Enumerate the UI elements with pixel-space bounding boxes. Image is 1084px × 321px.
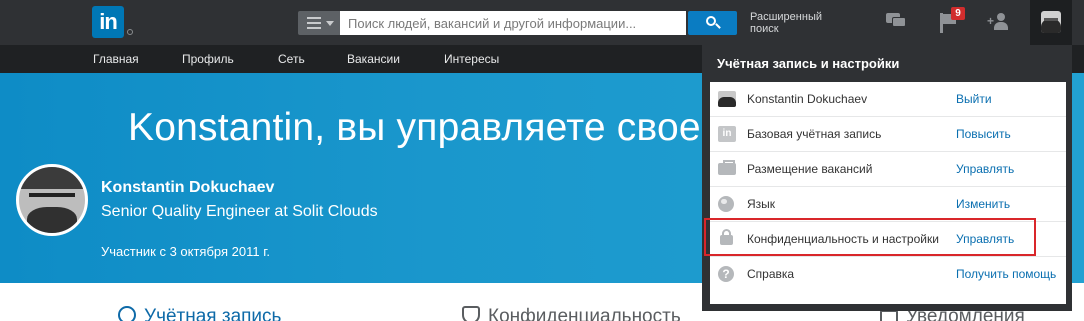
dropdown-row-label[interactable]: Базовая учётная запись [747,117,881,152]
dropdown-row-privacy: Конфиденциальность и настройки Управлять [710,222,1066,257]
shield-icon [462,306,480,321]
member-since: Участник с 3 октября 2011 г. [101,244,270,259]
envelope-icon [880,310,898,321]
profile-name: Konstantin Dokuchaev [101,179,275,196]
dropdown-row-job-posting: Размещение вакансий Управлять [710,152,1066,187]
search-input[interactable] [340,11,686,35]
lock-icon [720,229,733,245]
advanced-search-link[interactable]: Расширенный поиск [750,11,850,35]
dropdown-row-help: ? Справка Получить помощь [710,257,1066,292]
registered-mark-icon [127,29,133,35]
messages-icon[interactable] [886,13,906,27]
manage-privacy-link[interactable]: Управлять [956,222,1014,257]
add-connections-icon[interactable]: + [987,13,1010,31]
tab-privacy[interactable]: Конфиденциальность [462,306,681,321]
menu-icon [307,17,321,29]
dropdown-row-label[interactable]: Konstantin Dokuchaev [747,82,867,117]
sign-out-link[interactable]: Выйти [956,82,992,117]
profile-avatar-icon [1041,11,1061,33]
change-language-link[interactable]: Изменить [956,187,1010,222]
dropdown-row-language: Язык Изменить [710,187,1066,222]
dropdown-list: Konstantin Dokuchaev Выйти in Базовая уч… [710,82,1066,304]
search-button[interactable] [688,11,737,35]
notifications-badge: 9 [951,7,965,20]
help-icon: ? [718,266,734,282]
page-title: Konstantin, вы управляете своей [128,106,723,149]
chevron-down-icon [326,21,334,26]
upgrade-link[interactable]: Повысить [956,117,1011,152]
manage-jobs-link[interactable]: Управлять [956,152,1014,187]
linkedin-icon: in [718,126,736,142]
nav-item-network[interactable]: Сеть [278,45,305,73]
account-icon [118,306,136,321]
dropdown-row-label[interactable]: Конфиденциальность и настройки [747,222,939,257]
dropdown-title: Учётная запись и настройки [717,56,900,71]
get-help-link[interactable]: Получить помощь [956,257,1056,292]
nav-item-jobs[interactable]: Вакансии [347,45,400,73]
profile-menu-button[interactable] [1030,0,1072,45]
nav-item-home[interactable]: Главная [93,45,139,73]
globe-icon [718,196,734,212]
nav-item-interests[interactable]: Интересы [444,45,499,73]
profile-headline: Senior Quality Engineer at Solit Clouds [101,203,378,220]
nav-item-profile[interactable]: Профиль [182,45,234,73]
top-bar: in Расширенный поиск 9 + [0,0,1084,45]
account-settings-dropdown: Учётная запись и настройки Konstantin Do… [702,45,1072,311]
search-category-button[interactable] [298,11,340,35]
avatar [16,164,88,236]
tab-account[interactable]: Учётная запись [118,306,281,321]
avatar-icon [718,91,736,107]
dropdown-row-label[interactable]: Язык [747,187,775,222]
dropdown-row-label[interactable]: Справка [747,257,794,292]
briefcase-icon [718,160,736,175]
dropdown-row-profile: Konstantin Dokuchaev Выйти [710,82,1066,117]
dropdown-row-label[interactable]: Размещение вакансий [747,152,872,187]
dropdown-row-account-type: in Базовая учётная запись Повысить [710,117,1066,152]
linkedin-logo[interactable]: in [92,6,124,38]
